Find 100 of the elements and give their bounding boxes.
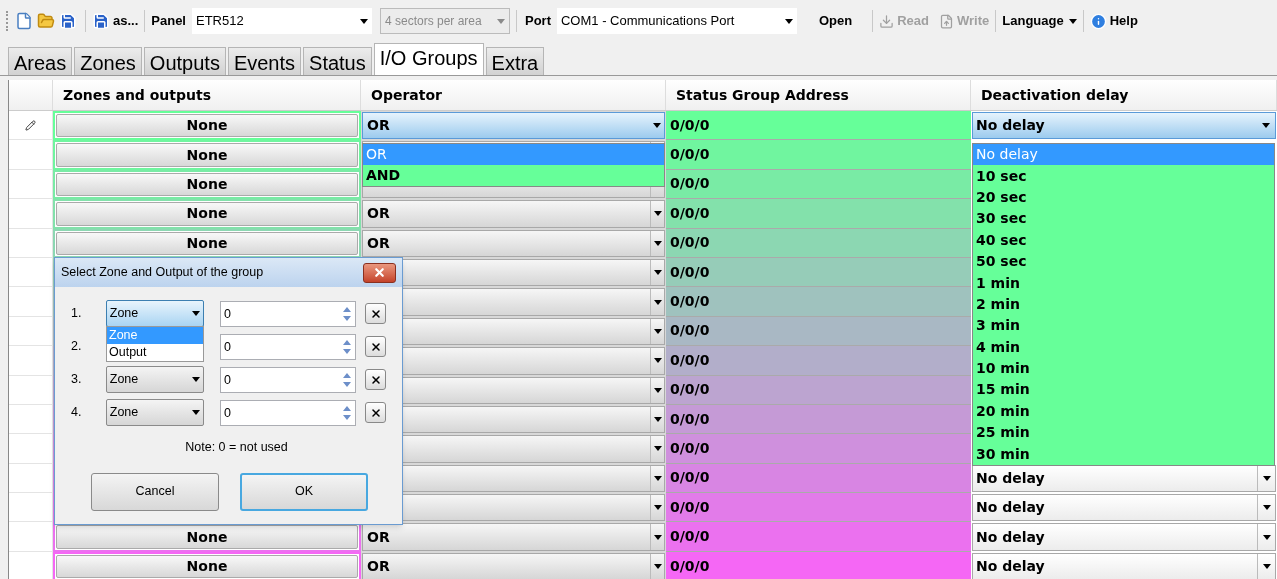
zones-button[interactable]: None [56, 525, 358, 549]
row-header[interactable] [9, 228, 53, 258]
dropdown-option[interactable]: AND [363, 165, 664, 186]
type-combo[interactable]: Zone [105, 300, 205, 327]
dropdown-option[interactable]: 50 sec [973, 250, 1274, 273]
address-cell: 0/0/0 [666, 140, 971, 170]
tab[interactable]: I/O Groups [373, 43, 484, 75]
operator-combo[interactable]: OR [362, 552, 665, 579]
zones-button[interactable]: None [56, 202, 358, 226]
zones-button[interactable]: None [56, 114, 358, 138]
operator-combo[interactable]: OR [362, 112, 665, 140]
panel-combo[interactable]: ETR512 [192, 8, 372, 34]
caret-icon [653, 211, 662, 217]
dropdown-option[interactable]: 40 sec [973, 229, 1274, 251]
spin-field[interactable]: 0 [220, 333, 357, 360]
close-button[interactable] [363, 262, 396, 283]
zones-button[interactable]: None [56, 231, 358, 255]
zones-button[interactable]: None [56, 554, 358, 579]
row-header[interactable] [9, 375, 53, 405]
spin-field[interactable]: 0 [220, 300, 357, 327]
row-header[interactable] [9, 463, 53, 494]
operator-combo[interactable]: OR [362, 200, 665, 228]
dropdown-option[interactable]: Output [107, 344, 203, 361]
tab[interactable]: Outputs [143, 47, 226, 75]
caret-icon [653, 534, 662, 540]
delay-combo[interactable]: No delay [972, 464, 1276, 493]
row-header[interactable] [9, 111, 53, 141]
clear-button[interactable] [365, 336, 386, 357]
row-header[interactable] [9, 257, 53, 288]
row-header[interactable] [9, 316, 53, 347]
zones-button[interactable]: None [56, 143, 358, 167]
ok-button[interactable]: OK [240, 472, 368, 511]
address-cell: 0/0/0 [666, 404, 971, 435]
note-text: Note: 0 = not used [185, 439, 288, 456]
save-as-button[interactable]: as... [92, 9, 139, 33]
tab[interactable]: Events [227, 47, 302, 75]
dropdown-option[interactable]: 30 min [973, 443, 1274, 465]
row-header[interactable] [9, 434, 53, 464]
clear-button[interactable] [365, 303, 386, 324]
dropdown-option[interactable]: 3 min [973, 315, 1274, 337]
dropdown-option[interactable]: 10 sec [973, 165, 1274, 187]
clear-button[interactable] [365, 402, 386, 423]
row-header[interactable] [9, 199, 53, 229]
column-header[interactable]: Deactivation delay [971, 80, 1277, 110]
caret-icon [1262, 123, 1270, 129]
row-header[interactable] [9, 493, 53, 523]
row-header[interactable] [9, 522, 53, 552]
dropdown-option[interactable]: 1 min [973, 272, 1274, 294]
clear-button[interactable] [365, 369, 386, 390]
open-port-button[interactable]: Open [815, 9, 857, 33]
tab[interactable]: Status [303, 47, 372, 75]
document-icon [15, 12, 33, 30]
dropdown-option[interactable]: 20 min [973, 400, 1274, 423]
row-header[interactable] [9, 346, 53, 376]
address-cell: 0/0/0 [666, 257, 971, 288]
tab[interactable]: Areas [8, 47, 73, 75]
dropdown-option[interactable]: 25 min [973, 422, 1274, 444]
operator-combo[interactable]: OR [362, 229, 665, 257]
row-header[interactable] [9, 404, 53, 435]
caret-icon [653, 417, 662, 423]
zones-button[interactable]: None [56, 172, 358, 197]
type-combo[interactable]: Zone [105, 366, 205, 393]
dropdown-option[interactable]: 15 min [973, 379, 1274, 401]
spin-field[interactable]: 0 [220, 366, 357, 393]
column-header[interactable]: Status Group Address [666, 80, 971, 110]
item-number: 2. [71, 338, 83, 356]
dropdown-option[interactable]: 2 min [973, 293, 1274, 316]
spin-field[interactable]: 0 [220, 399, 357, 426]
dropdown-option[interactable]: 20 sec [973, 186, 1274, 209]
dropdown-option[interactable]: 4 min [973, 336, 1274, 358]
column-header[interactable]: Zones and outputs [53, 80, 361, 110]
language-menu[interactable]: Language [1002, 9, 1077, 33]
row-header[interactable] [9, 169, 53, 200]
caret-icon [497, 18, 505, 24]
caret-icon [653, 270, 662, 276]
delay-combo[interactable]: No delay [972, 112, 1276, 140]
caret-icon [192, 311, 201, 316]
port-combo[interactable]: COM1 - Communications Port [557, 8, 797, 34]
dropdown-option[interactable]: 30 sec [973, 208, 1274, 230]
delay-combo[interactable]: No delay [972, 552, 1276, 579]
cancel-button[interactable]: Cancel [91, 472, 219, 511]
upload-icon [939, 13, 954, 29]
tab[interactable]: Extra [485, 47, 545, 75]
operator-combo[interactable]: OR [362, 523, 665, 551]
address-cell: 0/0/0 [666, 493, 971, 523]
clear-icon [369, 406, 382, 419]
caret-icon [653, 358, 662, 364]
delay-combo[interactable]: No delay [972, 523, 1276, 551]
delay-combo[interactable]: No delay [972, 494, 1276, 522]
row-header[interactable] [9, 287, 53, 317]
folder-icon [37, 12, 55, 30]
type-combo[interactable]: Zone [105, 399, 205, 426]
dropdown-option[interactable]: 10 min [973, 357, 1274, 380]
tab[interactable]: Zones [74, 47, 142, 75]
column-header[interactable]: Operator [361, 80, 666, 110]
caret-icon [785, 18, 793, 24]
help-button[interactable]: Help [1089, 9, 1138, 33]
caret-icon [1262, 564, 1271, 570]
clear-icon [369, 373, 382, 386]
row-header[interactable] [9, 140, 53, 170]
